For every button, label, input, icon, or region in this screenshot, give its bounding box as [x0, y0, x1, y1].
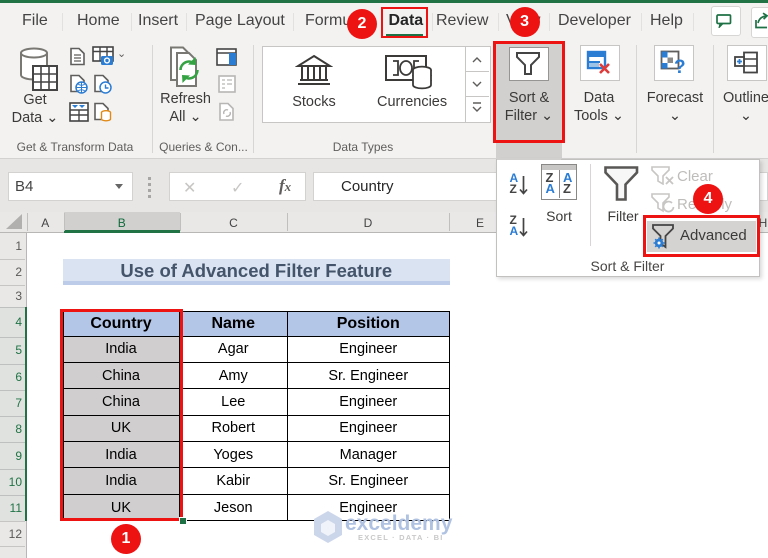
svg-text:?: ?: [674, 57, 686, 76]
